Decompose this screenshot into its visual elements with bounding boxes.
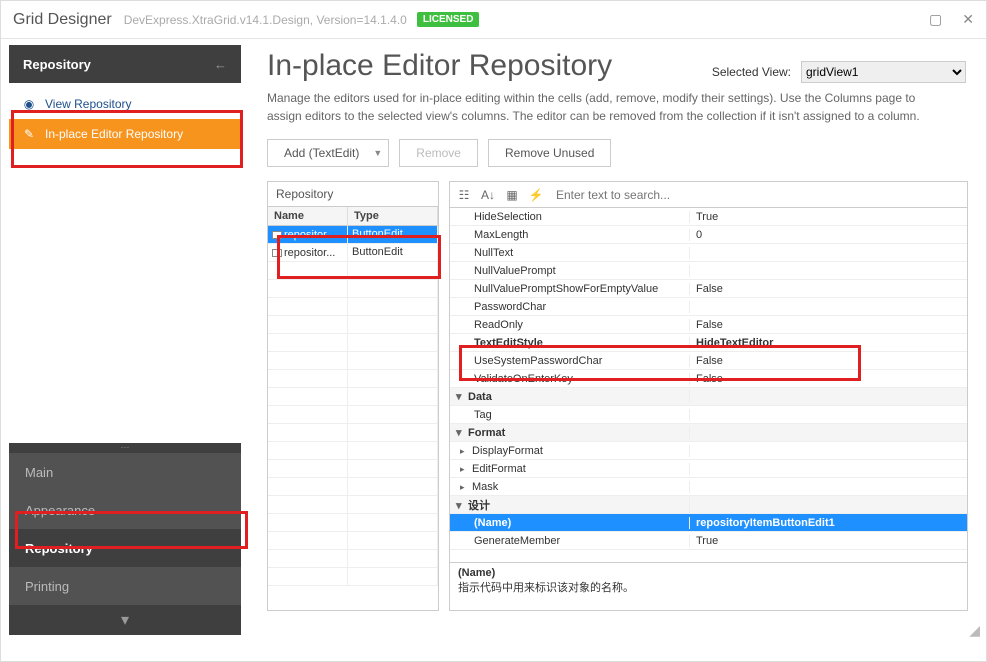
property-row[interactable]: (Name)repositoryItemButtonEdit1	[450, 514, 967, 532]
table-row[interactable]: repositor...ButtonEdit	[268, 244, 438, 262]
close-icon[interactable]: ✕	[962, 11, 974, 28]
property-row[interactable]: ▸DisplayFormat	[450, 442, 967, 460]
property-row[interactable]: ▸EditFormat	[450, 460, 967, 478]
categorize-icon[interactable]: ☷	[454, 185, 474, 205]
property-row[interactable]: NullValuePromptShowForEmptyValueFalse	[450, 280, 967, 298]
sidebar: Repository ← ◉ View Repository ✎ In-plac…	[1, 39, 249, 643]
nav-appearance[interactable]: Appearance	[9, 491, 241, 529]
repo-panel: Repository Name Type repositor...ButtonE…	[267, 181, 439, 611]
eye-icon: ◉	[21, 96, 37, 112]
remove-button: Remove	[399, 139, 478, 167]
sidebar-header: Repository ←	[9, 45, 241, 83]
minimize-icon[interactable]: ▢	[929, 11, 942, 28]
property-row[interactable]: MaxLength0	[450, 226, 967, 244]
nav-main[interactable]: Main	[9, 453, 241, 491]
selected-view-label: Selected View:	[712, 65, 791, 79]
nav-repository[interactable]: Repository	[9, 529, 241, 567]
col-name[interactable]: Name	[268, 207, 348, 226]
property-row[interactable]: HideSelectionTrue	[450, 208, 967, 226]
repo-panel-head: Repository	[267, 181, 439, 207]
app-title: Grid Designer	[13, 11, 112, 29]
property-row[interactable]: NullValuePrompt	[450, 262, 967, 280]
edit-icon: ✎	[21, 126, 37, 142]
property-row[interactable]: PasswordChar	[450, 298, 967, 316]
property-row[interactable]: ▾Format	[450, 424, 967, 442]
events-icon[interactable]: ⚡	[526, 185, 546, 205]
remove-unused-button[interactable]: Remove Unused	[488, 139, 611, 167]
back-icon[interactable]: ←	[214, 57, 227, 72]
tree-inplace-editor[interactable]: ✎ In-place Editor Repository	[9, 119, 241, 149]
selected-view-dropdown[interactable]: gridView1	[801, 61, 966, 83]
property-row[interactable]: NullText	[450, 244, 967, 262]
resize-grip-icon[interactable]: ◢	[969, 622, 980, 639]
property-row[interactable]: Tag	[450, 406, 967, 424]
chevron-down-icon: ▼	[373, 148, 382, 158]
property-grid[interactable]: HideSelectionTrueMaxLength0NullTextNullV…	[450, 208, 967, 562]
repo-grid[interactable]: Name Type repositor...ButtonEditreposito…	[267, 207, 439, 611]
content: In-place Editor Repository Selected View…	[249, 39, 986, 643]
titlebar: Grid Designer DevExpress.XtraGrid.v14.1.…	[1, 1, 986, 39]
property-panel: ☷ A↓ ▦ ⚡ HideSelectionTrueMaxLength0Null…	[449, 181, 968, 611]
property-row[interactable]: ▾Data	[450, 388, 967, 406]
property-row[interactable]: TextEditStyleHideTextEditor	[450, 334, 967, 352]
table-row[interactable]: repositor...ButtonEdit	[268, 226, 438, 244]
license-badge: LICENSED	[417, 12, 480, 27]
page-desc: Manage the editors used for in-place edi…	[267, 89, 947, 125]
property-row[interactable]: ReadOnlyFalse	[450, 316, 967, 334]
property-row[interactable]: ▾设计	[450, 496, 967, 514]
nav-collapse[interactable]: ▾	[9, 605, 241, 635]
nav-printing[interactable]: Printing	[9, 567, 241, 605]
property-row[interactable]: GenerateMemberTrue	[450, 532, 967, 550]
property-row[interactable]: ▸Mask	[450, 478, 967, 496]
property-search[interactable]	[550, 184, 963, 206]
col-type[interactable]: Type	[348, 207, 438, 226]
tree-view-repository[interactable]: ◉ View Repository	[9, 89, 241, 119]
property-desc: (Name) 指示代码中用来标识该对象的名称。	[450, 562, 967, 610]
add-button[interactable]: Add (TextEdit)▼	[267, 139, 389, 167]
assembly-info: DevExpress.XtraGrid.v14.1.Design, Versio…	[124, 13, 407, 27]
property-row[interactable]: ValidateOnEnterKeyFalse	[450, 370, 967, 388]
nav-grip[interactable]: ⋯	[9, 443, 241, 453]
props-icon[interactable]: ▦	[502, 185, 522, 205]
property-row[interactable]: UseSystemPasswordCharFalse	[450, 352, 967, 370]
sort-az-icon[interactable]: A↓	[478, 185, 498, 205]
